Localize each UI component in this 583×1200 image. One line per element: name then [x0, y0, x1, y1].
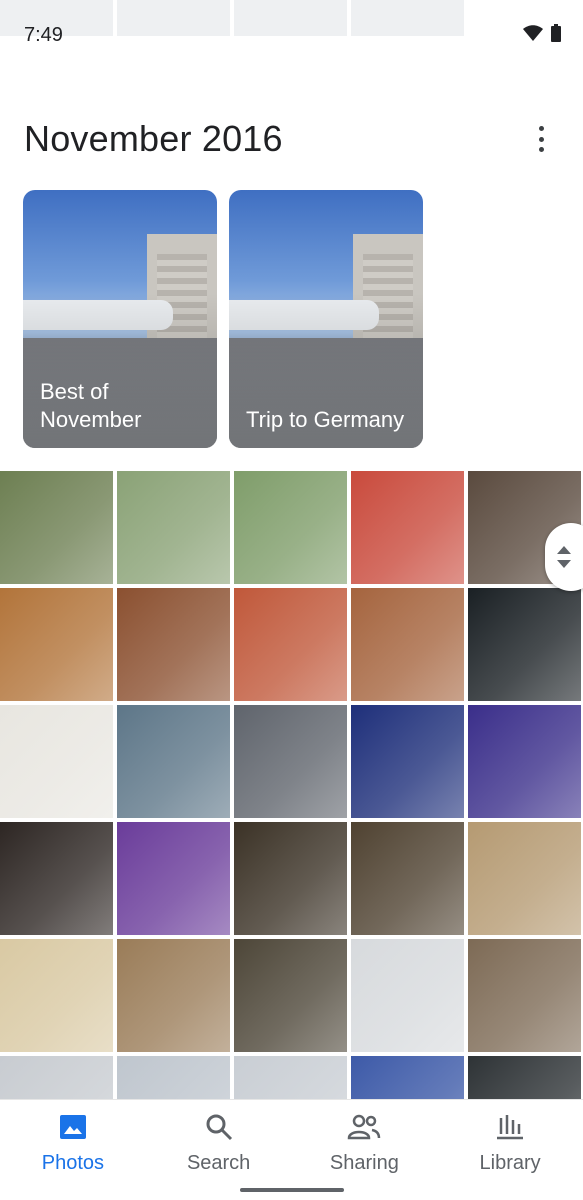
photo-thumbnail[interactable]: [117, 822, 230, 935]
status-icons: [523, 24, 561, 47]
status-time: 7:49: [24, 24, 63, 46]
photo-thumbnail[interactable]: [351, 939, 464, 1052]
memory-card-trip-to-germany[interactable]: Trip to Germany: [229, 190, 423, 448]
bottom-navigation: Photos Search Sharing Library: [0, 1099, 583, 1200]
page-title: November 2016: [24, 118, 283, 159]
photo-thumbnail[interactable]: [117, 1056, 230, 1099]
photo-thumbnail[interactable]: [351, 471, 464, 584]
fast-scroll-handle[interactable]: [545, 523, 583, 591]
nav-label: Sharing: [329, 1152, 399, 1174]
card-label: Best of November: [40, 379, 142, 432]
photo-thumbnail[interactable]: [468, 588, 581, 701]
nav-label: Library: [479, 1152, 541, 1174]
home-indicator[interactable]: [240, 1188, 344, 1192]
photo-thumbnail[interactable]: [0, 822, 113, 935]
nav-item-library[interactable]: Library: [437, 1100, 583, 1200]
photo-thumbnail[interactable]: [351, 822, 464, 935]
photo-thumbnail[interactable]: [117, 705, 230, 818]
photo-thumbnail[interactable]: [0, 588, 113, 701]
photo-thumbnail[interactable]: [117, 939, 230, 1052]
more-vert-dot: [538, 147, 544, 152]
photo-thumbnail[interactable]: [0, 705, 113, 818]
memory-card-best-of-november[interactable]: Best of November: [23, 190, 217, 448]
photo-thumbnail[interactable]: [468, 1056, 581, 1099]
photo-thumbnail[interactable]: [468, 939, 581, 1052]
wifi-icon: [523, 25, 543, 46]
sharing-icon: [347, 1112, 381, 1142]
photo-grid: [0, 471, 583, 1099]
photo-thumbnail[interactable]: [117, 588, 230, 701]
photo-thumbnail[interactable]: [234, 588, 347, 701]
scroll-up-arrow-icon: [557, 546, 571, 554]
photo-thumbnail[interactable]: [0, 471, 113, 584]
photo-thumbnail[interactable]: [234, 705, 347, 818]
memories-cards: Best of November Trip to Germany: [23, 190, 423, 448]
photo-thumbnail[interactable]: [234, 822, 347, 935]
photo-thumbnail[interactable]: [234, 939, 347, 1052]
photo-thumbnail[interactable]: [351, 705, 464, 818]
photo-thumbnail[interactable]: [351, 1056, 464, 1099]
photo-thumbnail[interactable]: [468, 705, 581, 818]
search-icon: [205, 1112, 233, 1142]
more-vert-icon: [538, 126, 544, 131]
more-vert-dot: [538, 136, 544, 142]
photo-thumbnail[interactable]: [468, 822, 581, 935]
more-options-button[interactable]: [529, 124, 553, 154]
nav-item-sharing[interactable]: Sharing: [292, 1100, 438, 1200]
nav-label: Search: [186, 1152, 251, 1174]
scroll-down-arrow-icon: [557, 560, 571, 568]
nav-item-search[interactable]: Search: [146, 1100, 292, 1200]
photo-thumbnail[interactable]: [234, 1056, 347, 1099]
photo-thumbnail[interactable]: [351, 588, 464, 701]
library-icon: [496, 1112, 524, 1142]
photo-thumbnail[interactable]: [234, 471, 347, 584]
nav-item-photos[interactable]: Photos: [0, 1100, 146, 1200]
photos-icon: [59, 1112, 86, 1142]
photo-thumbnail[interactable]: [117, 471, 230, 584]
photo-thumbnail[interactable]: [0, 939, 113, 1052]
photo-thumbnail[interactable]: [0, 1056, 113, 1099]
nav-label: Photos: [41, 1152, 104, 1174]
status-bar: 7:49: [0, 0, 583, 72]
card-label: Trip to Germany: [246, 407, 405, 432]
section-header: November 2016: [0, 110, 583, 170]
battery-icon: [551, 24, 561, 47]
